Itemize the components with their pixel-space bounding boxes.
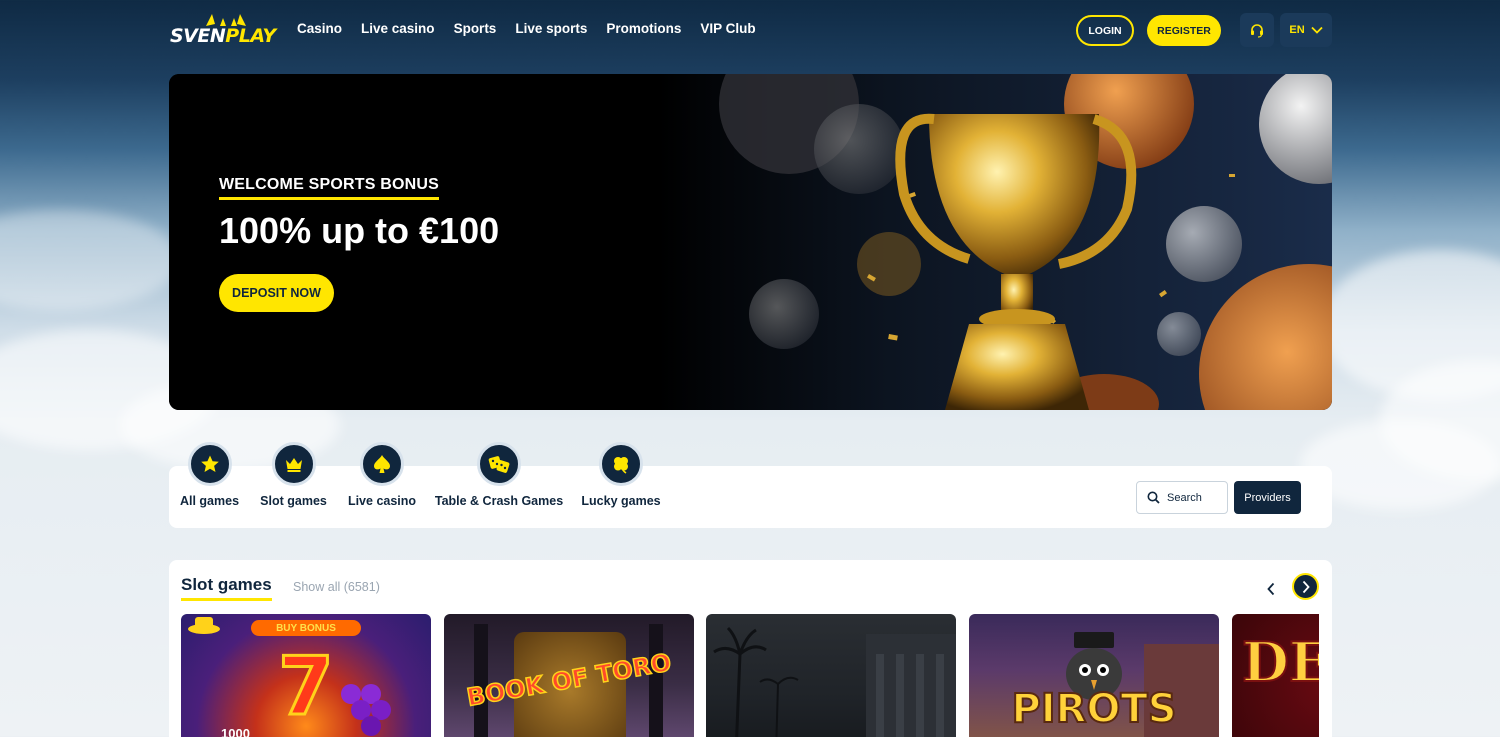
grapes-icon (341, 684, 391, 736)
spade-icon (374, 455, 390, 473)
chevron-left-icon (1267, 582, 1275, 596)
category-icon-wrap (360, 442, 404, 486)
category-label: All games (179, 494, 240, 508)
category-icon-wrap (187, 442, 232, 486)
clover-icon (614, 457, 628, 474)
chevron-right-icon (1302, 580, 1310, 593)
game-tile[interactable]: PIROTS (969, 614, 1219, 737)
nav-item-promotions[interactable]: Promotions (606, 21, 681, 36)
category-lucky-games[interactable]: Lucky games (581, 442, 661, 508)
category-label: Lucky games (581, 494, 661, 508)
game-tile-title: DE (1241, 629, 1319, 695)
carousel-next-button[interactable] (1292, 573, 1319, 600)
nav-item-live-casino[interactable]: Live casino (361, 21, 435, 36)
category-icon-wrap (477, 442, 521, 486)
show-all-link[interactable]: Show all (6581) (293, 580, 380, 594)
support-button[interactable] (1240, 13, 1274, 47)
nav-item-sports[interactable]: Sports (454, 21, 497, 36)
game-tile-badge: 1000 (221, 726, 250, 737)
game-tile-title: PIROTS (1010, 685, 1177, 733)
hero-title: 100% up to €100 (219, 210, 500, 251)
deposit-now-button[interactable]: DEPOSIT NOW (219, 274, 334, 312)
svenplay-logo[interactable]: SVENPLAY (170, 12, 278, 50)
headset-icon (1251, 24, 1263, 38)
nav-item-vip-club[interactable]: VIP Club (700, 21, 755, 36)
crown-icon (285, 458, 302, 472)
search-icon (1147, 491, 1160, 504)
palm-street-scene (713, 626, 956, 737)
login-button[interactable]: LOGIN (1076, 15, 1134, 46)
language-selector[interactable]: EN (1280, 13, 1332, 47)
language-label: EN (1289, 24, 1305, 36)
search-input[interactable]: Search (1136, 481, 1228, 514)
category-slot-games[interactable]: Slot games (260, 442, 327, 508)
register-button[interactable]: REGISTER (1147, 15, 1221, 46)
category-all-games[interactable]: All games (179, 442, 240, 508)
category-live-casino[interactable]: Live casino (347, 442, 417, 508)
chevron-down-icon (1311, 26, 1323, 34)
category-table-crash-games[interactable]: Table & Crash Games (435, 442, 563, 508)
slot-games-carousel: BUY BONUS 7 1000 BOOK OF TORO PIROTS DE (181, 614, 1319, 737)
category-icon-wrap (599, 442, 643, 486)
site-header: SVENPLAY Casino Live casino Sports Live … (0, 0, 1500, 62)
logo-text-play: PLAY (225, 25, 276, 47)
logo-text-sven: SVEN (170, 25, 226, 47)
hero-subtitle: WELCOME SPORTS BONUS (219, 176, 440, 200)
main-nav: Casino Live casino Sports Live sports Pr… (297, 21, 756, 36)
providers-button[interactable]: Providers (1234, 481, 1301, 514)
game-tile[interactable]: DE (1232, 614, 1319, 737)
hero-banner[interactable]: WELCOME SPORTS BONUS 100% up to €100 DEP… (169, 74, 1332, 410)
category-label: Table & Crash Games (434, 494, 564, 508)
dice-icon (488, 456, 510, 473)
carousel-prev-button[interactable] (1259, 577, 1283, 601)
search-placeholder: Search (1167, 491, 1202, 504)
slot-games-title: Slot games (181, 575, 272, 601)
nav-item-live-sports[interactable]: Live sports (515, 21, 587, 36)
slot-games-section: Slot games Show all (6581) BUY BONUS 7 1… (169, 560, 1332, 737)
category-icon-wrap (271, 442, 316, 486)
game-tile[interactable]: BUY BONUS 7 1000 (181, 614, 431, 737)
star-icon (200, 455, 219, 472)
hat-icon (188, 617, 220, 634)
game-tile[interactable] (706, 614, 956, 737)
category-label: Live casino (347, 494, 417, 508)
nav-item-casino[interactable]: Casino (297, 21, 342, 36)
game-tile[interactable]: BOOK OF TORO (444, 614, 694, 737)
game-tile-banner: BUY BONUS (251, 620, 361, 636)
category-label: Slot games (260, 494, 327, 508)
